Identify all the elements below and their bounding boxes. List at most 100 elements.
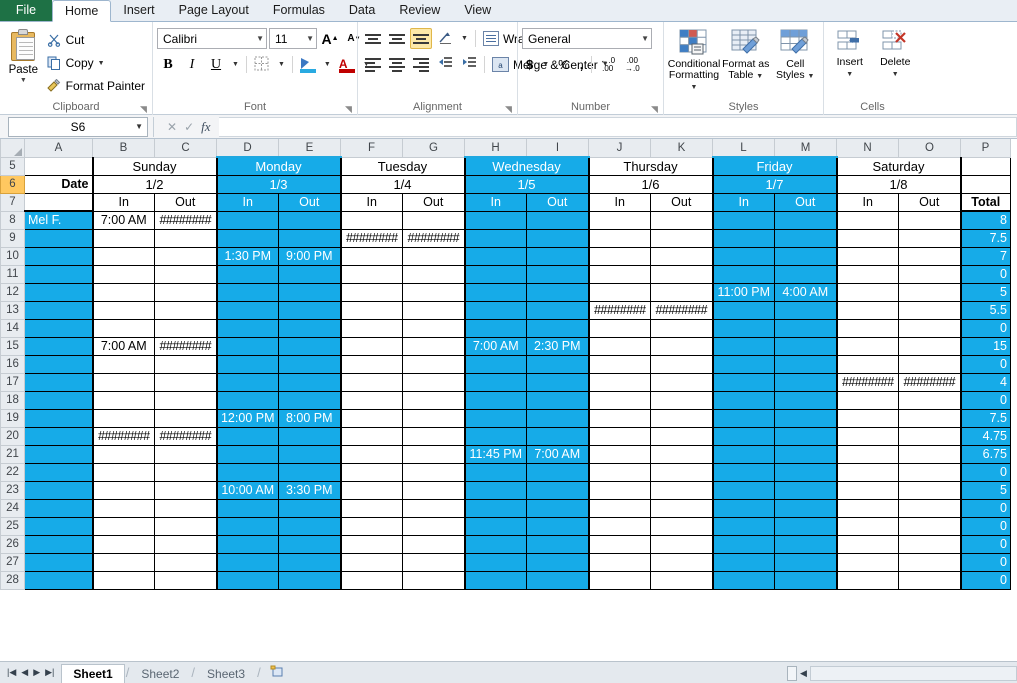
cell-J24[interactable] — [587, 498, 651, 518]
cell-N28[interactable] — [835, 570, 899, 590]
cell-L23[interactable] — [711, 480, 775, 500]
cell-M28[interactable] — [774, 570, 837, 590]
cell-out-header-0[interactable]: Out — [154, 192, 217, 212]
cell-G22[interactable] — [402, 462, 465, 482]
cell-M23[interactable] — [774, 480, 837, 500]
cell-G21[interactable] — [402, 444, 465, 464]
cell-a17[interactable] — [24, 372, 93, 392]
cell-M12[interactable]: 4:00 AM — [774, 282, 837, 302]
cell-D15[interactable] — [215, 336, 279, 356]
cell-total-22[interactable]: 0 — [960, 462, 1011, 482]
cell-F26[interactable] — [339, 534, 403, 554]
cell-C15[interactable]: ######## — [154, 336, 217, 356]
cell-a25[interactable] — [24, 516, 93, 536]
cell-total-17[interactable]: 4 — [960, 372, 1011, 392]
cell-N21[interactable] — [835, 444, 899, 464]
cell-N26[interactable] — [835, 534, 899, 554]
cell-a13[interactable] — [24, 300, 93, 320]
cell-O24[interactable] — [898, 498, 962, 518]
cell-total-18[interactable]: 0 — [960, 390, 1011, 410]
font-color-button[interactable]: A — [336, 54, 358, 75]
cell-p6[interactable] — [960, 174, 1011, 194]
cell-day-header-tuesday[interactable]: Tuesday — [339, 156, 465, 176]
insert-cells-button[interactable]: Insert ▼ — [828, 29, 872, 80]
cell-O25[interactable] — [898, 516, 962, 536]
cell-H15[interactable]: 7:00 AM — [463, 336, 527, 356]
cell-E13[interactable] — [278, 300, 341, 320]
cell-G10[interactable] — [402, 246, 465, 266]
cell-out-header-1[interactable]: Out — [278, 192, 341, 212]
cell-E10[interactable]: 9:00 PM — [278, 246, 341, 266]
cell-J22[interactable] — [587, 462, 651, 482]
row-header-23[interactable]: 23 — [0, 480, 25, 500]
cell-D28[interactable] — [215, 570, 279, 590]
row-header-25[interactable]: 25 — [0, 516, 25, 536]
row-header-24[interactable]: 24 — [0, 498, 25, 518]
cell-J9[interactable] — [587, 228, 651, 248]
cell-I9[interactable] — [526, 228, 589, 248]
cell-E16[interactable] — [278, 354, 341, 374]
italic-button[interactable]: I — [181, 54, 203, 75]
cell-I14[interactable] — [526, 318, 589, 338]
cell-D14[interactable] — [215, 318, 279, 338]
cell-J21[interactable] — [587, 444, 651, 464]
cell-G26[interactable] — [402, 534, 465, 554]
row-header-11[interactable]: 11 — [0, 264, 25, 284]
cell-C21[interactable] — [154, 444, 217, 464]
cell-C19[interactable] — [154, 408, 217, 428]
cell-B16[interactable] — [91, 354, 155, 374]
cell-C26[interactable] — [154, 534, 217, 554]
sheet-tab-sheet3[interactable]: Sheet3 — [196, 664, 256, 683]
cell-K13[interactable]: ######## — [650, 300, 713, 320]
cell-total-10[interactable]: 7 — [960, 246, 1011, 266]
cell-in-header-3[interactable]: In — [463, 192, 527, 212]
cell-F19[interactable] — [339, 408, 403, 428]
column-header-g[interactable]: G — [402, 139, 465, 158]
cell-M24[interactable] — [774, 498, 837, 518]
cell-B19[interactable] — [91, 408, 155, 428]
cell-I20[interactable] — [526, 426, 589, 446]
orientation-button[interactable] — [434, 28, 456, 49]
cell-K19[interactable] — [650, 408, 713, 428]
cell-D23[interactable]: 10:00 AM — [215, 480, 279, 500]
cell-D19[interactable]: 12:00 PM — [215, 408, 279, 428]
cell-L8[interactable] — [711, 210, 775, 230]
row-header-14[interactable]: 14 — [0, 318, 25, 338]
cell-B9[interactable] — [91, 228, 155, 248]
cell-E28[interactable] — [278, 570, 341, 590]
row-header-12[interactable]: 12 — [0, 282, 25, 302]
cell-H11[interactable] — [463, 264, 527, 284]
column-header-c[interactable]: C — [154, 139, 217, 158]
cell-a24[interactable] — [24, 498, 93, 518]
row-header-15[interactable]: 15 — [0, 336, 25, 356]
cell-D11[interactable] — [215, 264, 279, 284]
cell-L11[interactable] — [711, 264, 775, 284]
cell-F13[interactable] — [339, 300, 403, 320]
cell-I22[interactable] — [526, 462, 589, 482]
cell-a11[interactable] — [24, 264, 93, 284]
cell-total-9[interactable]: 7.5 — [960, 228, 1011, 248]
paste-button[interactable]: Paste ▼ — [4, 27, 43, 84]
cell-a19[interactable] — [24, 408, 93, 428]
cell-F11[interactable] — [339, 264, 403, 284]
column-header-m[interactable]: M — [774, 139, 837, 158]
cell-D18[interactable] — [215, 390, 279, 410]
cell-G9[interactable]: ######## — [402, 228, 465, 248]
borders-button[interactable] — [251, 54, 273, 75]
align-center-button[interactable] — [386, 54, 408, 75]
align-right-button[interactable] — [410, 54, 432, 75]
cell-G18[interactable] — [402, 390, 465, 410]
cell-a15[interactable] — [24, 336, 93, 356]
cell-I19[interactable] — [526, 408, 589, 428]
row-header-9[interactable]: 9 — [0, 228, 25, 248]
copy-dropdown-arrow[interactable]: ▼ — [98, 60, 105, 67]
cell-M14[interactable] — [774, 318, 837, 338]
cell-D27[interactable] — [215, 552, 279, 572]
fx-icon[interactable]: fx — [201, 119, 210, 135]
percent-button[interactable]: % — [554, 54, 574, 75]
cell-H23[interactable] — [463, 480, 527, 500]
format-as-table-button[interactable]: Format as Table ▼ — [722, 29, 770, 82]
cell-O8[interactable] — [898, 210, 962, 230]
cell-F25[interactable] — [339, 516, 403, 536]
cell-D26[interactable] — [215, 534, 279, 554]
